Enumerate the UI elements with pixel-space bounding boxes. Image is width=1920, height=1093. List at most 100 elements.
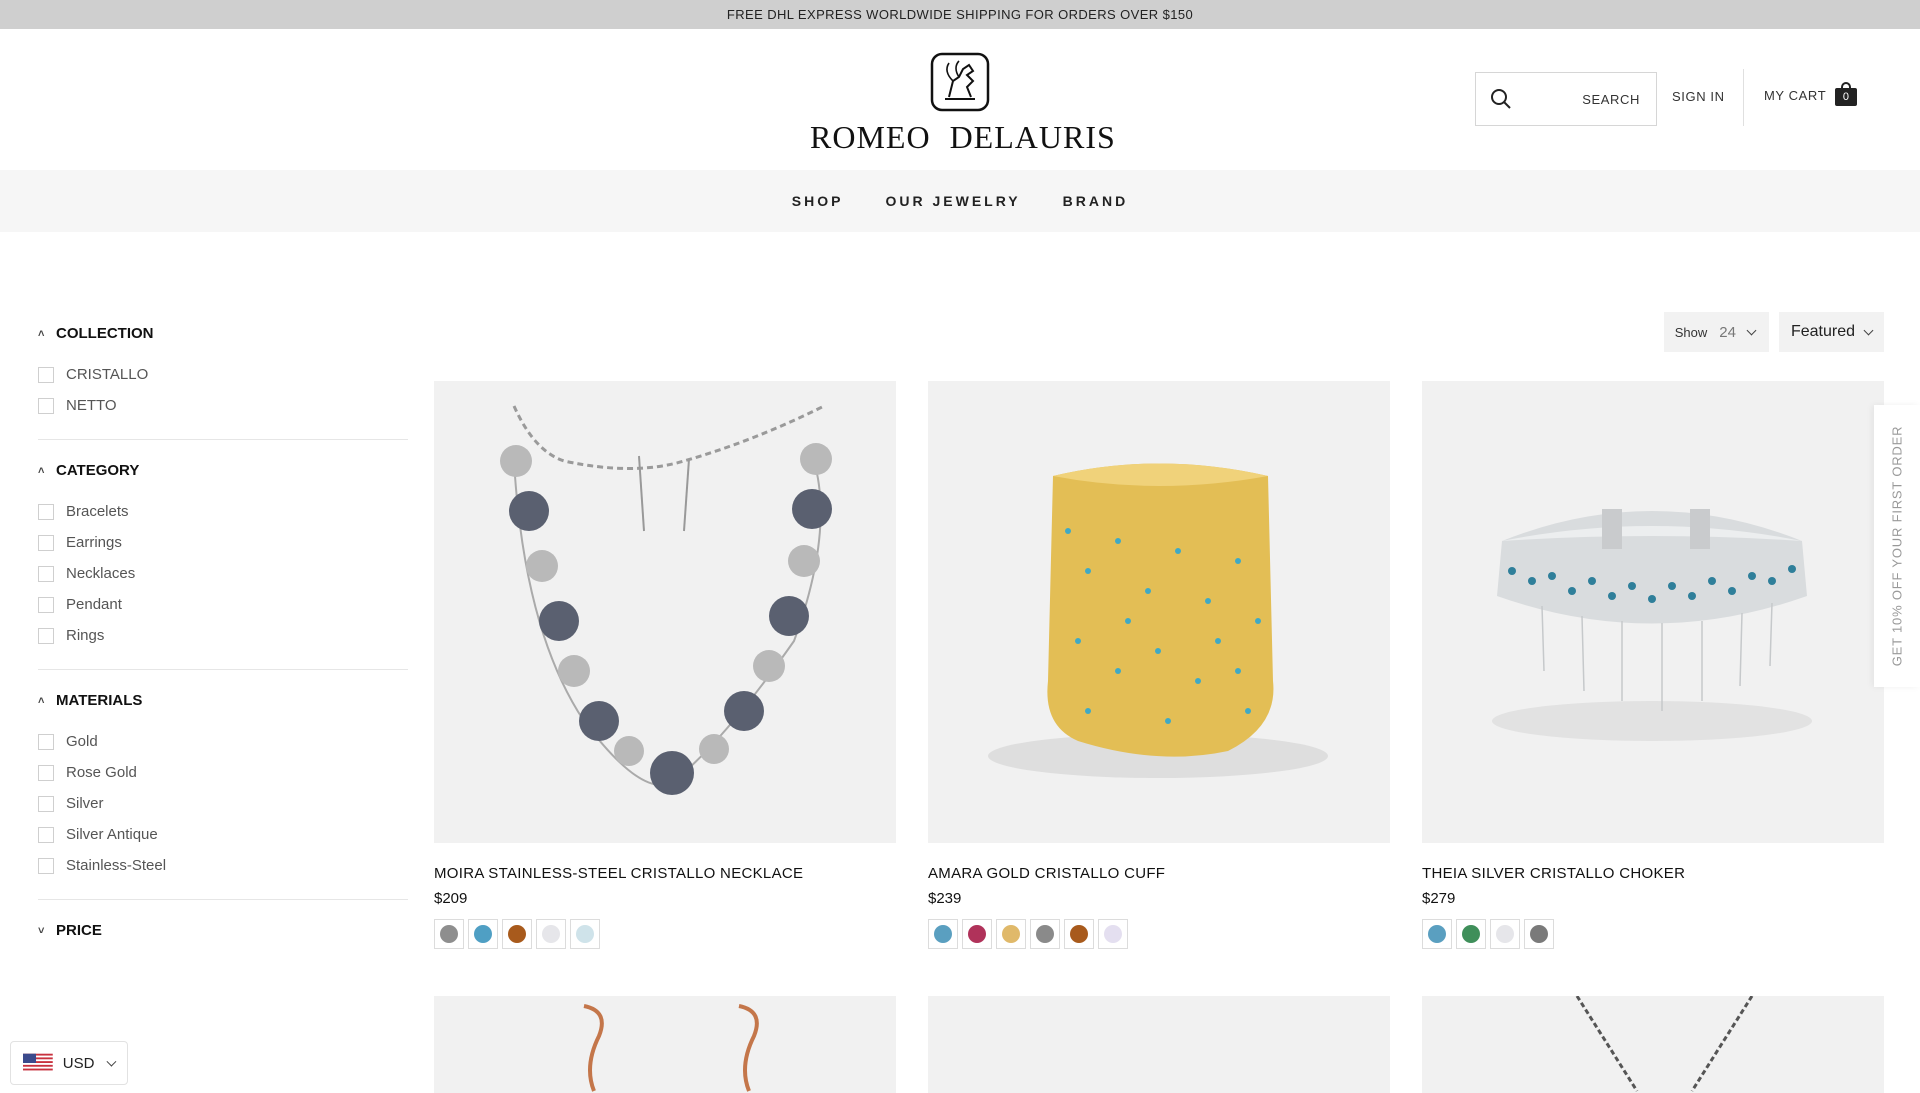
chevron-down-icon bbox=[1863, 325, 1874, 335]
brand-logo[interactable]: ROMEO DELAURIS bbox=[810, 51, 1115, 161]
filter-collection: ˄ COLLECTION CRISTALLO NETTO bbox=[38, 325, 408, 440]
checkbox[interactable] bbox=[38, 627, 54, 644]
cart-button[interactable]: MY CART 0 bbox=[1764, 82, 1858, 106]
filter-option-label: Necklaces bbox=[66, 565, 136, 582]
sort-toolbar: Show 24 Featured bbox=[1663, 312, 1884, 352]
page-size-select[interactable]: Show 24 bbox=[1663, 312, 1769, 352]
color-swatch[interactable] bbox=[928, 919, 958, 949]
checkbox[interactable] bbox=[38, 366, 54, 383]
color-swatch[interactable] bbox=[468, 919, 498, 949]
necklace-image bbox=[500, 404, 832, 795]
product-card: THEIA SILVER CRISTALLO CHOKER $279 bbox=[1422, 381, 1884, 949]
filter-option-bracelets[interactable]: Bracelets bbox=[38, 496, 408, 527]
currency-code: USD bbox=[62, 1054, 95, 1072]
filter-option-earrings[interactable]: Earrings bbox=[38, 527, 408, 558]
color-swatch[interactable] bbox=[996, 919, 1026, 949]
color-swatch[interactable] bbox=[434, 919, 464, 949]
product-card: AMARA GOLD CRISTALLO CUFF $239 bbox=[928, 381, 1390, 949]
color-swatch[interactable] bbox=[502, 919, 532, 949]
filter-price-toggle[interactable]: ˅ PRICE bbox=[38, 922, 408, 939]
page-size-value: 24 bbox=[1719, 323, 1736, 341]
checkbox[interactable] bbox=[38, 397, 54, 414]
color-swatch[interactable] bbox=[536, 919, 566, 949]
product-image[interactable] bbox=[1422, 996, 1884, 1093]
nav-item-brand[interactable]: BRAND bbox=[1063, 193, 1129, 209]
filter-option-netto[interactable]: NETTO bbox=[38, 390, 408, 421]
product-name[interactable]: AMARA GOLD CRISTALLO CUFF bbox=[928, 865, 1390, 882]
filter-option-rings[interactable]: Rings bbox=[38, 620, 408, 651]
product-image[interactable] bbox=[434, 381, 896, 843]
filter-option-rose-gold[interactable]: Rose Gold bbox=[38, 757, 408, 788]
filter-option-stainless-steel[interactable]: Stainless-Steel bbox=[38, 850, 408, 881]
nav-item-shop[interactable]: SHOP bbox=[792, 193, 844, 209]
chevron-down-icon bbox=[1746, 325, 1757, 335]
checkbox[interactable] bbox=[38, 857, 54, 874]
filter-option-label: Stainless-Steel bbox=[66, 857, 167, 874]
filter-option-gold[interactable]: Gold bbox=[38, 726, 408, 757]
filter-option-pendant[interactable]: Pendant bbox=[38, 589, 408, 620]
color-swatch[interactable] bbox=[1524, 919, 1554, 949]
page-size-label: Show bbox=[1674, 324, 1708, 340]
discount-tab-label: GET 10% OFF YOUR FIRST ORDER bbox=[1889, 425, 1905, 667]
color-swatch[interactable] bbox=[1098, 919, 1128, 949]
filter-option-cristallo[interactable]: CRISTALLO bbox=[38, 359, 408, 390]
sign-in-link[interactable]: SIGN IN bbox=[1672, 89, 1725, 104]
filter-option-label: Earrings bbox=[66, 534, 122, 551]
product-name[interactable]: MOIRA STAINLESS-STEEL CRISTALLO NECKLACE bbox=[434, 865, 896, 882]
filter-option-necklaces[interactable]: Necklaces bbox=[38, 558, 408, 589]
cuff-image bbox=[988, 463, 1328, 778]
main-navigation: SHOP OUR JEWELRY BRAND bbox=[0, 170, 1920, 232]
checkbox[interactable] bbox=[38, 733, 54, 750]
product-price: $279 bbox=[1422, 890, 1456, 907]
product-image[interactable] bbox=[928, 381, 1390, 843]
choker-image bbox=[1492, 509, 1812, 741]
checkbox[interactable] bbox=[38, 764, 54, 781]
filter-materials-toggle[interactable]: ˄ MATERIALS bbox=[38, 692, 408, 709]
currency-selector[interactable]: USD bbox=[10, 1041, 128, 1085]
checkbox[interactable] bbox=[38, 826, 54, 843]
filter-collection-toggle[interactable]: ˄ COLLECTION bbox=[38, 325, 408, 342]
color-swatch[interactable] bbox=[570, 919, 600, 949]
chevron-up-icon: ˄ bbox=[38, 464, 45, 477]
color-swatch[interactable] bbox=[1456, 919, 1486, 949]
header-divider bbox=[1743, 69, 1744, 126]
search-input[interactable]: SEARCH bbox=[1475, 72, 1657, 126]
sort-select[interactable]: Featured bbox=[1778, 312, 1884, 352]
checkbox[interactable] bbox=[38, 596, 54, 613]
color-swatch[interactable] bbox=[1064, 919, 1094, 949]
checkbox[interactable] bbox=[38, 795, 54, 812]
chevron-down-icon: ˅ bbox=[38, 924, 45, 937]
checkbox[interactable] bbox=[38, 565, 54, 582]
cart-label: MY CART bbox=[1764, 87, 1827, 103]
nav-item-our-jewelry[interactable]: OUR JEWELRY bbox=[885, 193, 1020, 209]
filter-materials: ˄ MATERIALS Gold Rose Gold Silver Silver… bbox=[38, 692, 408, 900]
product-image[interactable] bbox=[1422, 381, 1884, 843]
site-header: ROMEO DELAURIS SEARCH SIGN IN MY CART 0 bbox=[0, 29, 1920, 170]
product-image[interactable] bbox=[434, 996, 896, 1093]
color-swatch[interactable] bbox=[1030, 919, 1060, 949]
sort-value: Featured bbox=[1790, 323, 1855, 340]
color-swatch[interactable] bbox=[962, 919, 992, 949]
filter-title: PRICE bbox=[56, 922, 102, 939]
checkbox[interactable] bbox=[38, 534, 54, 551]
filter-option-label: Rings bbox=[66, 627, 105, 644]
product-name[interactable]: THEIA SILVER CRISTALLO CHOKER bbox=[1422, 865, 1884, 882]
checkbox[interactable] bbox=[38, 503, 54, 520]
filter-option-label: Rose Gold bbox=[66, 764, 137, 781]
filter-title: COLLECTION bbox=[56, 325, 154, 342]
filter-category: ˄ CATEGORY Bracelets Earrings Necklaces … bbox=[38, 462, 408, 670]
first-order-discount-tab[interactable]: GET 10% OFF YOUR FIRST ORDER bbox=[1874, 405, 1920, 687]
filter-category-toggle[interactable]: ˄ CATEGORY bbox=[38, 462, 408, 479]
filter-option-silver-antique[interactable]: Silver Antique bbox=[38, 819, 408, 850]
color-swatch[interactable] bbox=[1490, 919, 1520, 949]
product-image[interactable] bbox=[928, 996, 1390, 1093]
chevron-down-icon bbox=[106, 1056, 117, 1066]
filter-option-label: Silver Antique bbox=[66, 826, 158, 843]
search-icon bbox=[1491, 89, 1511, 109]
chain-necklace-image bbox=[1575, 996, 1754, 1092]
product-price: $209 bbox=[434, 890, 468, 907]
color-swatch[interactable] bbox=[1422, 919, 1452, 949]
filter-option-silver[interactable]: Silver bbox=[38, 788, 408, 819]
filter-title: CATEGORY bbox=[56, 462, 140, 479]
color-swatches bbox=[434, 919, 896, 949]
